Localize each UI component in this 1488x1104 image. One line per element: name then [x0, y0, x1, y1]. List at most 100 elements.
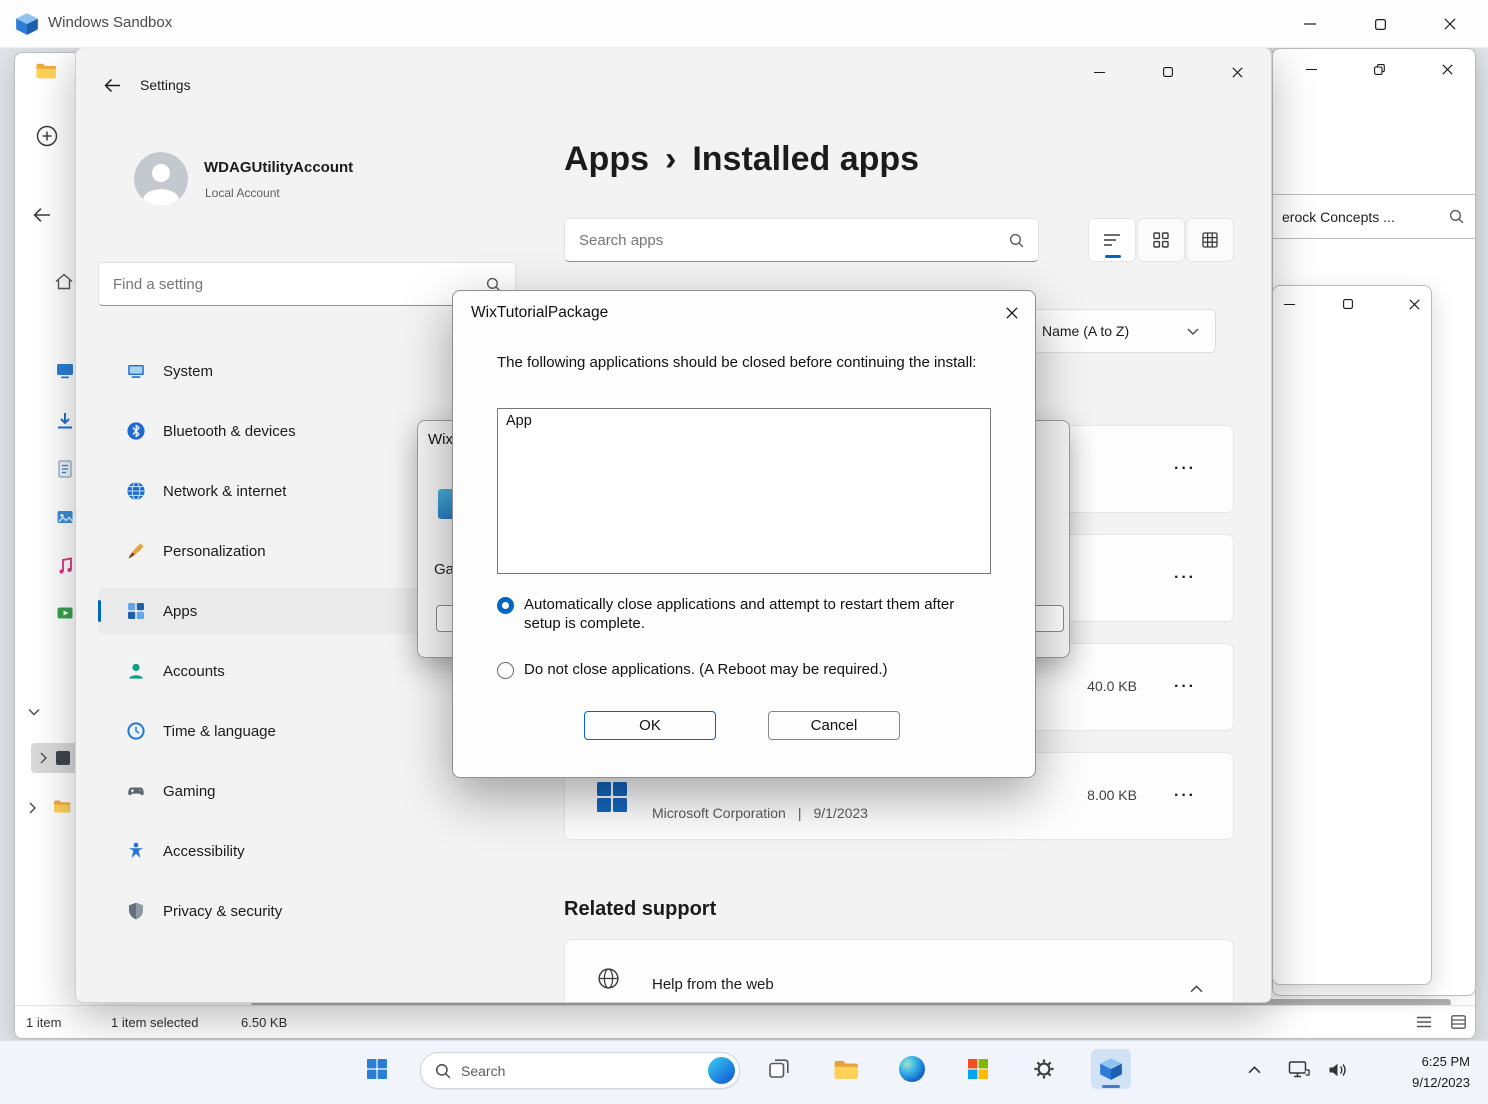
radio-option-do-not-close[interactable]: Do not close applications. (A Reboot may…: [497, 660, 997, 679]
radio-unselected-icon[interactable]: [497, 662, 514, 679]
ok-button[interactable]: OK: [584, 711, 716, 740]
status-details-view-button[interactable]: [1445, 1011, 1471, 1035]
explorer-new-button[interactable]: [35, 125, 59, 149]
search-apps-input[interactable]: [565, 219, 1038, 261]
view-grid-button[interactable]: [1137, 218, 1185, 262]
settings-window-title: Settings: [140, 77, 191, 93]
bgwin-restore-button[interactable]: [1356, 53, 1402, 85]
user-avatar: [134, 152, 188, 206]
bgwin-search-box: [1272, 194, 1476, 239]
taskbar-search-box[interactable]: [420, 1052, 740, 1089]
close-icon: [1232, 67, 1243, 78]
task-view-button[interactable]: [759, 1049, 799, 1089]
tree-chevron-right-icon[interactable]: [28, 801, 37, 819]
dialog-message: The following applications should be clo…: [497, 354, 1002, 371]
sidebar-icon-pictures[interactable]: [55, 507, 75, 532]
sidebar-icon-documents[interactable]: [55, 459, 75, 484]
settings-minimize-button[interactable]: [1076, 56, 1122, 88]
task-view-icon: [767, 1057, 791, 1081]
edge-icon: [899, 1056, 925, 1082]
sidebar-icon-downloads[interactable]: [55, 411, 75, 436]
cancel-button[interactable]: Cancel: [768, 711, 900, 740]
sidebar-item-accessibility[interactable]: Accessibility: [98, 828, 516, 874]
explorer-tab-folder-icon: [35, 61, 57, 86]
tray-chevron-up-button[interactable]: [1237, 1053, 1271, 1087]
chevron-up-icon[interactable]: [1190, 980, 1203, 998]
settings-app-button[interactable]: [1024, 1049, 1064, 1089]
listbox-item[interactable]: App: [498, 409, 990, 433]
help-from-web-expander[interactable]: Help from the web: [564, 939, 1234, 1003]
explorer-back-button[interactable]: [29, 205, 55, 227]
sort-dropdown[interactable]: Name (A to Z): [1021, 309, 1216, 353]
view-list-button[interactable]: [1088, 218, 1136, 262]
tray-clock[interactable]: 6:25 PM 9/12/2023: [1412, 1052, 1470, 1094]
host-minimize-button[interactable]: [1287, 4, 1333, 44]
network-monitor-icon: [1288, 1060, 1310, 1080]
page-title: Installed apps: [692, 140, 919, 179]
radio-option-close-apps[interactable]: Automatically close applications and att…: [497, 595, 997, 633]
bgwin2-maximize-button[interactable]: [1328, 288, 1368, 320]
host-titlebar: Windows Sandbox: [0, 0, 1488, 48]
explorer-home-icon[interactable]: [55, 273, 73, 295]
selected-indicator: [98, 600, 101, 622]
windows-sandbox-button[interactable]: [1091, 1049, 1131, 1089]
bgwin2-close-button[interactable]: [1394, 288, 1432, 320]
colored-windows-app-button[interactable]: [958, 1049, 998, 1089]
applications-listbox[interactable]: App: [497, 408, 991, 574]
sidebar-item-label: Time & language: [163, 723, 276, 740]
edge-button[interactable]: [892, 1049, 932, 1089]
start-button[interactable]: [357, 1049, 397, 1089]
clock-date: 9/12/2023: [1412, 1073, 1470, 1094]
globe-icon: [126, 481, 146, 501]
sidebar-icon-desktop[interactable]: [55, 361, 75, 386]
status-item-count: 1 item: [26, 1015, 61, 1030]
user-account-type: Local Account: [205, 186, 280, 200]
bgwin-close-button[interactable]: [1424, 53, 1470, 85]
file-explorer-button[interactable]: [826, 1049, 866, 1089]
tree-item-icon: [56, 751, 70, 765]
more-options-button[interactable]: ···: [1165, 564, 1205, 592]
close-icon: [1006, 307, 1018, 319]
system-icon: [126, 361, 146, 381]
breadcrumb-parent[interactable]: Apps: [564, 140, 649, 179]
taskbar-search-input[interactable]: [461, 1053, 691, 1088]
restore-icon: [1374, 64, 1385, 75]
gamepad-icon: [126, 781, 146, 801]
tree-folder-icon[interactable]: [53, 799, 71, 819]
host-maximize-button[interactable]: [1357, 4, 1403, 44]
radio-selected-icon[interactable]: [497, 597, 514, 614]
brush-icon: [126, 541, 146, 561]
minimize-icon: [1306, 64, 1317, 75]
speaker-icon: [1327, 1061, 1347, 1079]
view-table-button[interactable]: [1186, 218, 1234, 262]
search-icon: [435, 1063, 451, 1084]
settings-maximize-button[interactable]: [1145, 56, 1191, 88]
more-options-button[interactable]: ···: [1165, 673, 1205, 701]
more-options-button[interactable]: ···: [1165, 782, 1205, 810]
more-options-button[interactable]: ···: [1165, 455, 1205, 483]
bgwin-minimize-button[interactable]: [1288, 53, 1334, 85]
bgwin-search-input[interactable]: [1272, 195, 1476, 238]
windows-sandbox-screen: 1 item 1 item selected 6.50 KB Setti: [0, 0, 1488, 1104]
search-icon: [1009, 233, 1024, 253]
sandbox-logo-icon: [14, 11, 40, 42]
sandbox-cube-icon: [1098, 1056, 1124, 1082]
app-size: 40.0 KB: [1087, 678, 1137, 694]
person-icon: [126, 661, 146, 681]
bing-copilot-icon[interactable]: [708, 1057, 735, 1084]
bgwin2-minimize-button[interactable]: [1272, 288, 1309, 320]
sidebar-icon-music[interactable]: [55, 555, 75, 580]
settings-close-button[interactable]: [1214, 56, 1260, 88]
dialog-close-button[interactable]: [996, 299, 1028, 327]
settings-back-button[interactable]: [96, 69, 128, 101]
status-list-view-button[interactable]: [1411, 1011, 1437, 1035]
sidebar-item-label: System: [163, 363, 213, 380]
sidebar-icon-videos[interactable]: [55, 603, 75, 628]
sidebar-item-privacy[interactable]: Privacy & security: [98, 888, 516, 934]
sidebar-item-label: Apps: [163, 603, 197, 620]
tray-volume-button[interactable]: [1320, 1053, 1354, 1087]
tray-network-button[interactable]: [1282, 1053, 1316, 1087]
search-apps-box: [564, 218, 1039, 262]
host-close-button[interactable]: [1427, 4, 1473, 44]
tree-chevron-down-icon[interactable]: [28, 703, 40, 721]
